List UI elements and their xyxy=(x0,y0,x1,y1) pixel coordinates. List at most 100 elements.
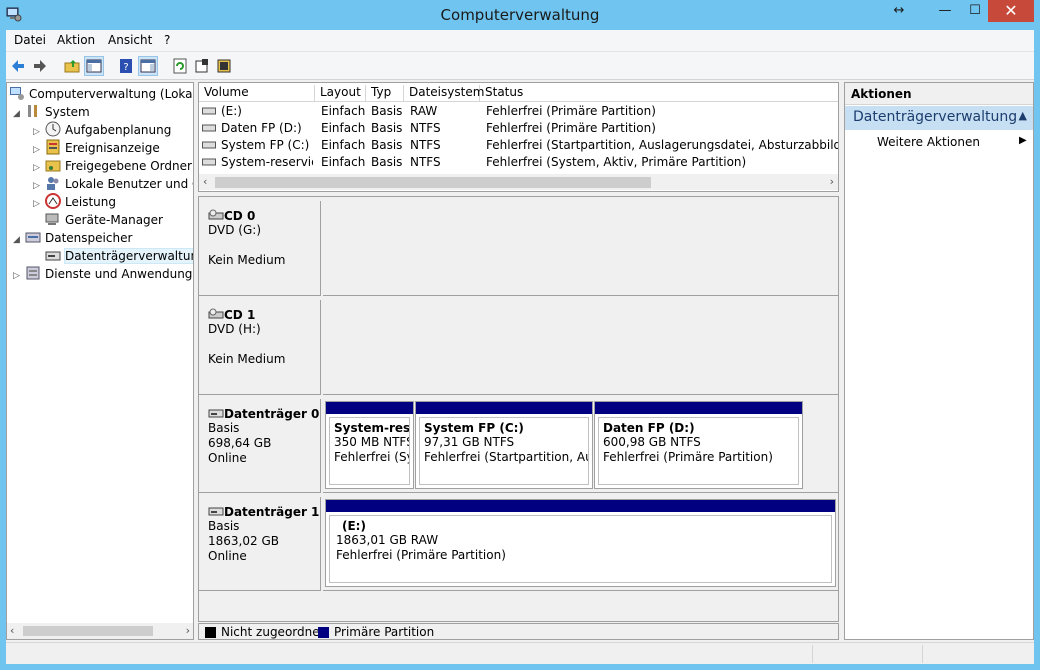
column-header-dateisystem[interactable]: Dateisystem xyxy=(404,85,484,102)
forward-button[interactable] xyxy=(30,56,50,76)
tree-item-dienste[interactable]: ▷ Dienste und Anwendungen xyxy=(13,265,193,285)
table-row[interactable]: Daten FP (D:) Einfach Basis NTFS Fehlerf… xyxy=(199,120,838,137)
disk-info-cd1[interactable]: CD 1 DVD (H:) Kein Medium xyxy=(199,300,321,395)
cd-drive-icon xyxy=(208,209,224,220)
folder-up-icon xyxy=(64,60,80,73)
collapse-arrow-icon[interactable]: ◢ xyxy=(13,231,25,249)
shared-folder-icon xyxy=(45,160,61,172)
partition-name: Daten FP (D:) xyxy=(603,421,695,435)
show-action-pane-button[interactable] xyxy=(138,56,158,76)
tree-item-geraete-manager[interactable]: Geräte-Manager xyxy=(45,211,163,229)
disk-size: 698,64 GB xyxy=(208,436,272,450)
title-bar[interactable]: Computerverwaltung ↔ — ☐ ✕ xyxy=(0,0,1040,30)
minimize-button[interactable]: — xyxy=(930,0,960,22)
menu-aktion[interactable]: Aktion xyxy=(57,33,95,47)
disk-properties-button[interactable] xyxy=(214,56,234,76)
partition-daten-fp-d[interactable]: Daten FP (D:) 600,98 GB NTFS Fehlerfrei … xyxy=(594,401,803,489)
column-header-volume[interactable]: Volume xyxy=(199,85,315,102)
disk-graphical-view: CD 0 DVD (G:) Kein Medium CD 1 DVD (H:) … xyxy=(198,196,839,622)
tree-item-datentraegerverwaltung[interactable]: Datenträgerverwaltung xyxy=(45,247,193,265)
column-header-layout[interactable]: Layout xyxy=(315,85,366,102)
action-weitere-aktionen[interactable]: Weitere Aktionen xyxy=(877,135,980,149)
client-area: Datei Aktion Ansicht ? ? Computerverwalt… xyxy=(6,30,1034,664)
tree-label: Ereignisanzeige xyxy=(65,141,160,155)
svg-text:?: ? xyxy=(123,62,128,73)
disk-type: Basis xyxy=(208,519,240,533)
menu-help[interactable]: ? xyxy=(164,33,170,47)
tree-label: Leistung xyxy=(65,195,116,209)
collapse-arrow-icon[interactable]: ◢ xyxy=(13,105,25,123)
collapse-arrow-icon[interactable]: ▲ xyxy=(1019,109,1027,122)
partition-bar xyxy=(326,402,413,414)
disk-drive-letter: DVD (H:) xyxy=(208,322,261,336)
tree-item-computerverwaltung[interactable]: Computerverwaltung (Lokal) xyxy=(9,85,193,103)
scroll-right-icon[interactable]: › xyxy=(186,624,190,637)
device-manager-icon xyxy=(45,213,59,225)
computer-management-icon xyxy=(10,87,24,100)
partition-system-fp-c[interactable]: System FP (C:) 97,31 GB NTFS Fehlerfrei … xyxy=(415,401,593,489)
tree-item-datenspeicher[interactable]: ◢ Datenspeicher xyxy=(13,229,132,247)
help-button[interactable]: ? xyxy=(116,56,136,76)
partition-content: (E:) 1863,01 GB RAW Fehlerfrei (Primäre … xyxy=(329,515,832,583)
properties-button[interactable] xyxy=(192,56,212,76)
toolbar: ? xyxy=(6,52,1034,80)
show-tree-button[interactable] xyxy=(84,56,104,76)
table-row[interactable]: System-reserviert Einfach Basis NTFS Feh… xyxy=(199,154,838,171)
table-row[interactable]: System FP (C:) Einfach Basis NTFS Fehler… xyxy=(199,137,838,154)
app-window: Computerverwaltung ↔ — ☐ ✕ Datei Aktion … xyxy=(0,0,1040,670)
submenu-arrow-icon[interactable]: ▶ xyxy=(1019,135,1027,146)
partition-bar xyxy=(326,500,835,512)
resize-icon[interactable]: ↔ xyxy=(884,0,914,22)
scroll-thumb[interactable] xyxy=(23,626,153,636)
cell-volume: System FP (C:) xyxy=(221,138,310,152)
tree-item-system[interactable]: ◢ System xyxy=(13,103,90,121)
volume-horizontal-scrollbar[interactable]: ‹ › xyxy=(199,174,838,190)
partition-size: 1863,01 GB RAW xyxy=(336,533,439,547)
disk-row-disk0: Datenträger 0 Basis 698,64 GB Online Sys… xyxy=(199,399,838,493)
partition-name: System FP (C:) xyxy=(424,421,524,435)
disk-info-disk1[interactable]: Datenträger 1 Basis 1863,02 GB Online xyxy=(199,497,321,591)
partition-name: System-reser xyxy=(334,421,410,435)
tree-item-ereignisanzeige[interactable]: ▷ Ereignisanzeige xyxy=(33,139,160,157)
tree-item-aufgabenplanung[interactable]: ▷ Aufgabenplanung xyxy=(33,121,171,139)
column-header-status[interactable]: Status xyxy=(480,85,838,102)
system-tools-icon xyxy=(28,105,37,117)
column-header-typ[interactable]: Typ xyxy=(366,85,404,102)
partition-status: Fehlerfrei (Primäre Partition) xyxy=(336,548,506,562)
actions-section-datentraegerverwaltung[interactable]: Datenträgerverwaltung ▲ xyxy=(845,106,1033,130)
scroll-thumb[interactable] xyxy=(215,177,651,188)
menu-datei[interactable]: Datei xyxy=(14,33,46,47)
status-bar xyxy=(6,642,1034,664)
tree-horizontal-scrollbar[interactable]: ‹ › xyxy=(7,623,193,639)
performance-icon xyxy=(45,193,61,209)
properties-icon xyxy=(195,59,208,73)
expand-arrow-icon[interactable]: ▷ xyxy=(33,195,45,213)
console-tree: Computerverwaltung (Lokal) ◢ System ▷ Aufg… xyxy=(6,82,194,640)
scroll-left-icon[interactable]: ‹ xyxy=(10,624,14,637)
scroll-left-icon[interactable]: ‹ xyxy=(203,175,207,188)
maximize-button[interactable]: ☐ xyxy=(960,0,990,22)
disk-row-cd1: CD 1 DVD (H:) Kein Medium xyxy=(199,300,838,395)
tree-item-lokale-benutzer[interactable]: ▷Lokale Benutzer und Gruppen xyxy=(33,175,193,193)
expand-arrow-icon[interactable]: ▷ xyxy=(13,267,25,285)
tree-item-freigegebene-ordner[interactable]: ▷ Freigegebene Ordner xyxy=(33,157,192,175)
tree-label: Datenträgerverwaltung xyxy=(64,248,193,264)
menu-ansicht[interactable]: Ansicht xyxy=(108,33,152,47)
refresh-button[interactable] xyxy=(170,56,190,76)
back-button[interactable] xyxy=(8,56,28,76)
cell-fs: RAW xyxy=(410,104,438,118)
partition-content: Daten FP (D:) 600,98 GB NTFS Fehlerfrei … xyxy=(598,417,799,485)
scroll-right-icon[interactable]: › xyxy=(830,175,834,188)
disk-info-disk0[interactable]: Datenträger 0 Basis 698,64 GB Online xyxy=(199,399,321,493)
partition-content: System FP (C:) 97,31 GB NTFS Fehlerfrei … xyxy=(419,417,589,485)
partition-e[interactable]: (E:) 1863,01 GB RAW Fehlerfrei (Primäre … xyxy=(325,499,836,587)
close-button[interactable]: ✕ xyxy=(988,0,1034,22)
disk-info-cd0[interactable]: CD 0 DVD (G:) Kein Medium xyxy=(199,201,321,296)
partition-name: (E:) xyxy=(342,519,366,533)
partition-system-reserved[interactable]: System-reser 350 MB NTFS Fehlerfrei (Sys… xyxy=(325,401,414,489)
tree-item-leistung[interactable]: ▷ Leistung xyxy=(33,193,116,211)
actions-pane: Aktionen Datenträgerverwaltung ▲ Weitere… xyxy=(844,82,1034,640)
legend-label-unallocated: Nicht zugeordnet xyxy=(221,625,325,639)
table-row[interactable]: (E:) Einfach Basis RAW Fehlerfrei (Primä… xyxy=(199,103,838,120)
up-folder-button[interactable] xyxy=(62,56,82,76)
